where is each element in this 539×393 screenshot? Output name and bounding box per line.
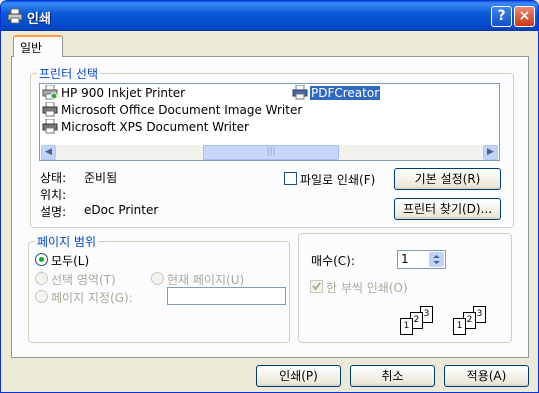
tab-general-label: 일반	[20, 41, 43, 55]
printer-name: PDFCreator	[310, 86, 381, 100]
printer-item-xps-writer[interactable]: Microsoft XPS Document Writer	[42, 119, 250, 136]
printer-name: Microsoft XPS Document Writer	[61, 120, 249, 134]
preferences-button[interactable]: 기본 설정(R)	[394, 168, 501, 190]
page-illustration: 1	[453, 318, 466, 335]
page-illustration: 1	[400, 318, 413, 335]
print-dialog: 인쇄 ? × 일반 프린터 선택 HP 900 Inkjet Printer M…	[0, 0, 539, 393]
copies-value: 1	[401, 252, 409, 266]
status-value: 준비됨	[84, 171, 118, 185]
help-button[interactable]: ?	[491, 6, 512, 27]
page-range-current-label: 현재 페이지(U)	[167, 273, 245, 287]
comment-value: eDoc Printer	[84, 203, 159, 217]
comment-label: 설명:	[40, 205, 67, 219]
title-bar[interactable]: 인쇄 ? ×	[1, 1, 538, 31]
printer-item-hp[interactable]: HP 900 Inkjet Printer	[42, 85, 186, 102]
page-range-selection-label: 선택 영역(T)	[51, 273, 116, 287]
page-range-pages-input[interactable]	[167, 287, 286, 305]
location-label: 위치:	[40, 188, 67, 202]
print-to-file-label: 파일로 인쇄(F)	[300, 173, 376, 187]
tab-general[interactable]: 일반	[13, 35, 63, 57]
horizontal-scrollbar[interactable]: ◀ ||| ▶	[41, 145, 498, 160]
page-range-pages-radio[interactable]	[35, 290, 48, 303]
printer-icon	[42, 85, 58, 100]
printer-list[interactable]: HP 900 Inkjet Printer Microsoft Office D…	[39, 83, 500, 161]
page-range-current-radio[interactable]	[151, 272, 164, 285]
scroll-left-button[interactable]: ◀	[41, 145, 56, 160]
collate-label: 한 부씩 인쇄(O)	[326, 281, 408, 295]
printer-icon	[7, 8, 23, 24]
spinner-arrows[interactable]	[429, 252, 444, 267]
printer-name: HP 900 Inkjet Printer	[61, 86, 186, 100]
close-button[interactable]: ×	[514, 6, 535, 27]
print-to-file-checkbox[interactable]	[284, 172, 297, 185]
page-range-all-radio[interactable]	[35, 253, 48, 266]
printer-icon	[292, 85, 308, 100]
check-icon	[312, 282, 321, 291]
printer-item-pdfcreator[interactable]: PDFCreator	[292, 85, 381, 102]
printer-item-office-writer[interactable]: Microsoft Office Document Image Writer	[42, 102, 303, 119]
page-range-selection-radio[interactable]	[35, 272, 48, 285]
spinner-up-down-icon	[433, 255, 440, 264]
cancel-button[interactable]: 취소	[350, 365, 435, 387]
status-label: 상태:	[40, 171, 67, 185]
printer-name: Microsoft Office Document Image Writer	[61, 103, 303, 117]
copies-label: 매수(C):	[311, 254, 355, 268]
scroll-right-button[interactable]: ▶	[483, 145, 498, 160]
printer-select-legend: 프린터 선택	[39, 67, 99, 81]
apply-button[interactable]: 적용(A)	[444, 365, 529, 387]
radio-selected-dot	[39, 257, 44, 262]
window-title: 인쇄	[27, 12, 51, 27]
page-range-legend: 페이지 범위	[37, 235, 97, 249]
page-range-pages-label: 페이지 지정(G):	[51, 291, 133, 305]
find-printer-button[interactable]: 프린터 찾기(D)...	[394, 198, 501, 220]
printer-icon	[42, 119, 58, 134]
print-button[interactable]: 인쇄(P)	[256, 365, 341, 387]
copies-spinner[interactable]: 1	[397, 250, 446, 269]
page-range-all-label: 모두(L)	[51, 254, 90, 268]
scroll-thumb[interactable]: |||	[203, 145, 339, 160]
collate-checkbox[interactable]	[310, 280, 323, 293]
printer-icon	[42, 102, 58, 117]
